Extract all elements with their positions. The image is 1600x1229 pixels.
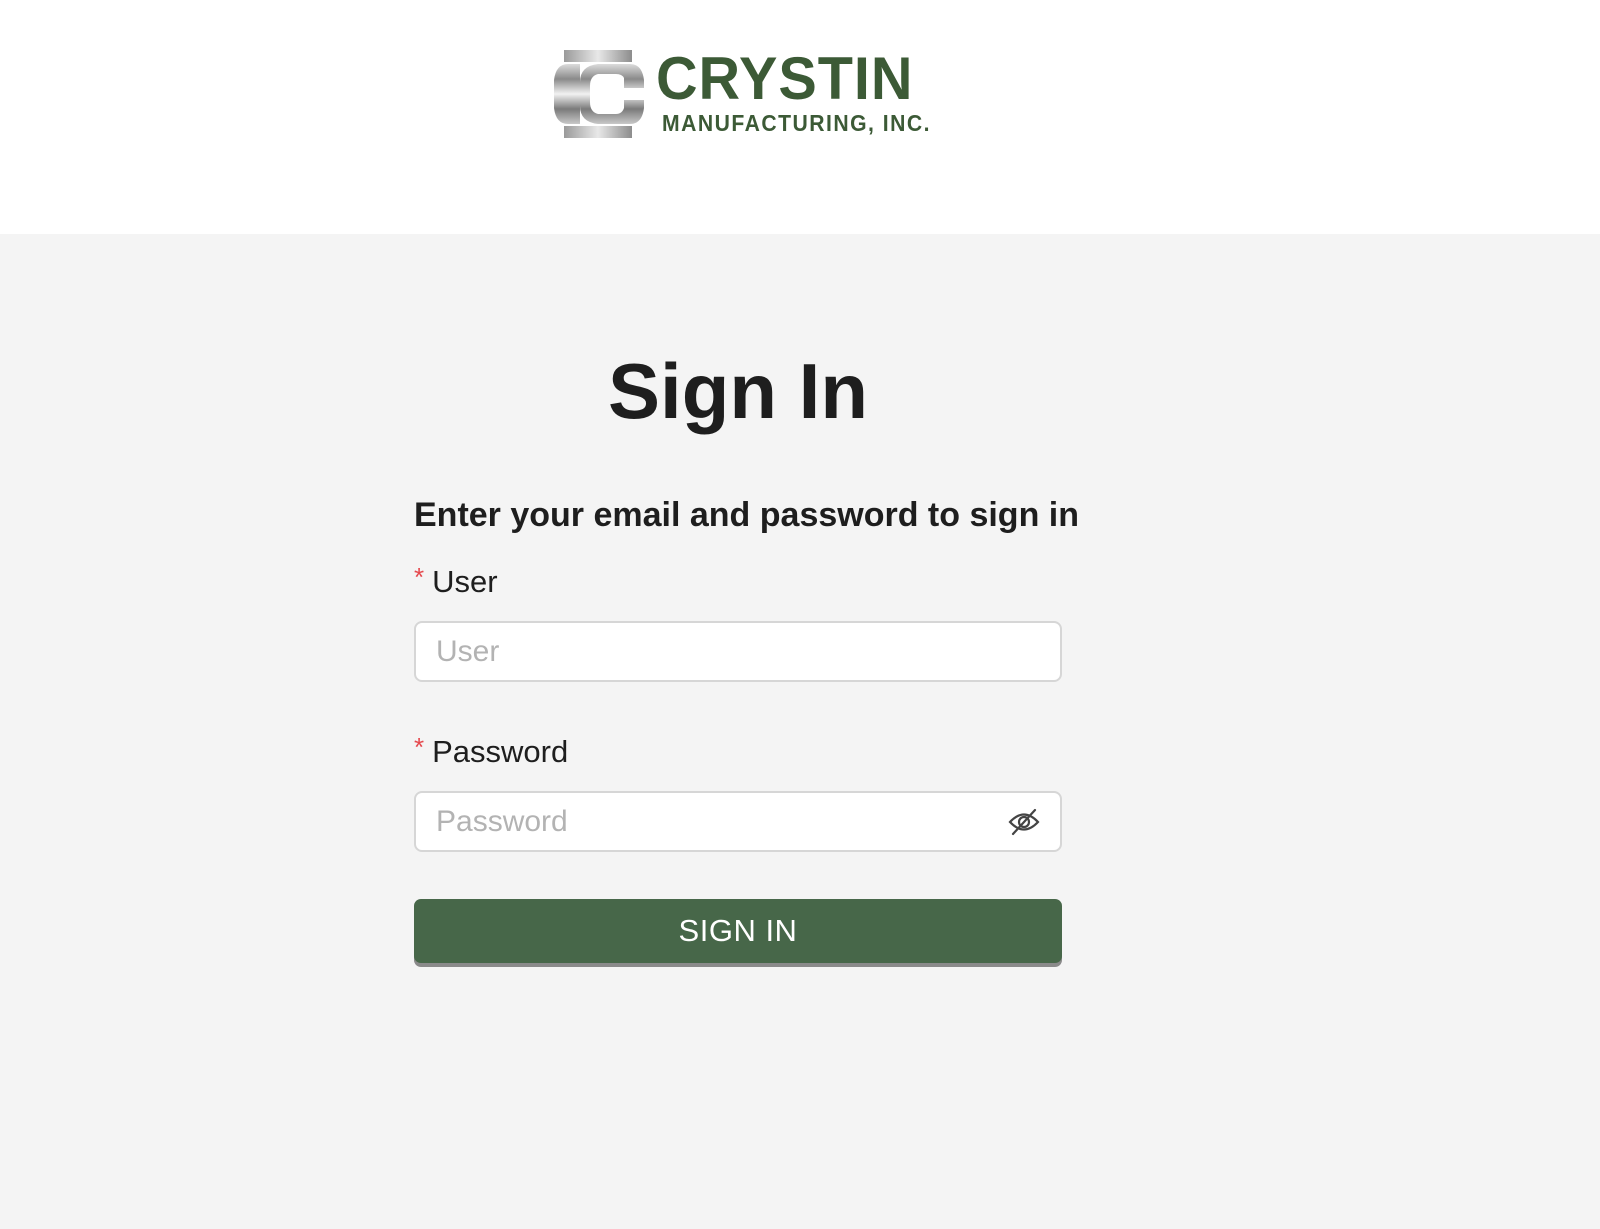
- password-input[interactable]: [436, 793, 996, 850]
- required-marker: *: [414, 562, 425, 592]
- user-label-text: User: [432, 564, 498, 599]
- logo-company-subtitle: MANUFACTURING, INC.: [662, 110, 931, 136]
- password-label: * Password: [414, 732, 569, 770]
- eye-off-icon[interactable]: [1008, 807, 1040, 837]
- logo-company-name: CRYSTIN: [656, 45, 914, 112]
- required-marker: *: [414, 732, 425, 762]
- main-content: Sign In Enter your email and password to…: [0, 234, 1600, 1229]
- user-field-box: [414, 621, 1062, 682]
- company-logo: CRYSTIN MANUFACTURING, INC.: [550, 45, 934, 140]
- form-subtitle: Enter your email and password to sign in: [414, 496, 1080, 534]
- sign-in-button[interactable]: SIGN IN: [414, 899, 1062, 963]
- user-input[interactable]: [436, 623, 996, 680]
- password-field-box: [414, 791, 1062, 852]
- page-title: Sign In: [608, 347, 868, 435]
- password-label-text: Password: [432, 734, 569, 769]
- user-label: * User: [414, 562, 498, 600]
- page-header: CRYSTIN MANUFACTURING, INC.: [0, 0, 1600, 234]
- logo-c-icon: [554, 50, 644, 138]
